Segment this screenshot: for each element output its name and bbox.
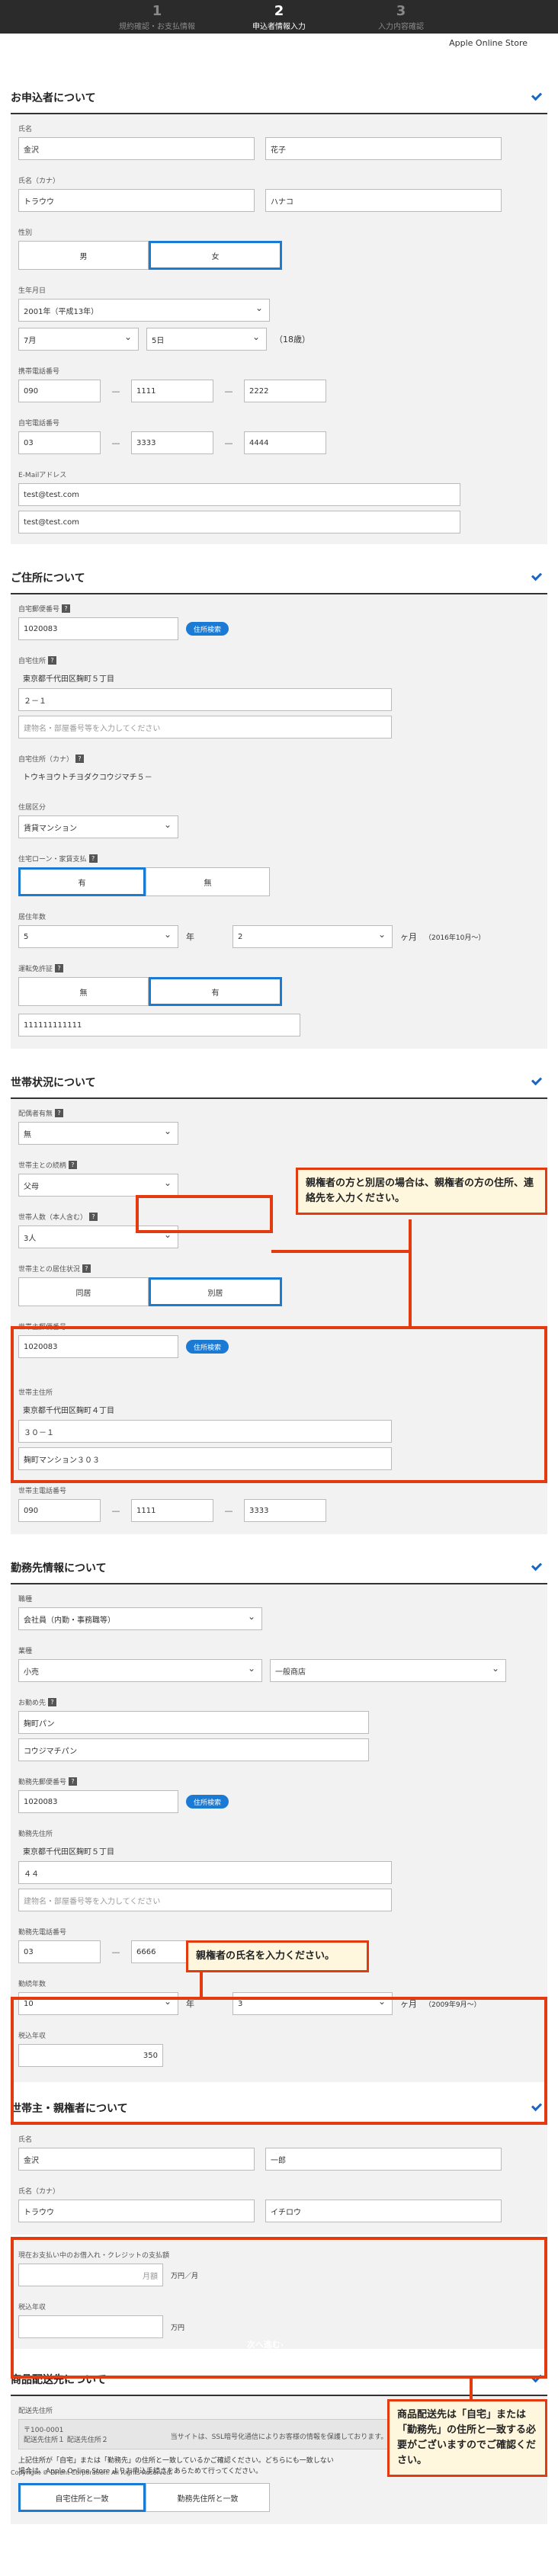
work-phone-1[interactable]: 03 [18,1940,101,1963]
last-kana-input[interactable]: トラウウ [18,189,255,212]
live-together[interactable]: 同居 [18,1277,149,1306]
head-first-name[interactable]: 一郎 [265,2148,502,2171]
loan-yes[interactable]: 有 [18,867,146,896]
email-input[interactable]: test@test.com [18,483,460,506]
annotation-box-separate [136,1195,273,1233]
help-icon[interactable]: ? [89,1213,98,1221]
chevron-down-icon[interactable] [531,1075,543,1086]
address-section: 自宅郵便番号? 1020083 住所検索 自宅住所? 東京都千代田区麹町５丁目 ２… [11,594,547,1049]
help-icon[interactable]: ? [48,1698,57,1706]
help-icon[interactable]: ? [48,656,57,665]
head-last-kana[interactable]: トラウウ [18,2200,255,2222]
last-name-input[interactable]: 金沢 [18,137,255,160]
chevron-down-icon[interactable] [531,1560,543,1572]
work-zip-search-button[interactable]: 住所検索 [186,1795,229,1809]
work-address-line2[interactable]: 建物名・部屋番号等を入力してください [18,1889,392,1911]
industry-detail-select[interactable]: 一般商店 [270,1659,506,1682]
mobile-1[interactable]: 090 [18,380,101,402]
connector-line [470,2378,473,2401]
step-2: 2 申込者情報入力 [252,3,306,31]
birth-month-select[interactable]: 7月 [18,328,139,351]
mobile-3[interactable]: 2222 [244,380,326,402]
callout-delivery: 商品配送先は「自宅」または「勤務先」の住所と一致する必要がございますのでご確認く… [387,2399,547,2477]
birth-day-select[interactable]: 5日 [146,328,267,351]
applicant-section: 氏名 金沢 花子 氏名（カナ） トラウウ ハナコ 性別 男女 生年月日 2001年（… [11,114,547,544]
mobile-2[interactable]: 1111 [131,380,213,402]
home-phone-3[interactable]: 4444 [244,431,326,454]
head-last-name[interactable]: 金沢 [18,2148,255,2171]
address-line1-input[interactable]: ２－１ [18,688,392,711]
head-section: 氏名 金沢 一郎 氏名（カナ） トラウウ イチロウ [11,2125,547,2235]
callout-head-name: 親権者の氏名を入力ください。 [186,1940,369,1972]
residence-months-select[interactable]: 2 [232,925,393,948]
brand-text: Apple Online Store [449,38,528,48]
section-header-household[interactable]: 世帯状況について [11,1049,547,1099]
loan-no[interactable]: 無 [146,867,270,896]
head-phone-2[interactable]: 1111 [131,1499,213,1522]
help-icon[interactable]: ? [55,1109,64,1117]
job-select[interactable]: 会社員（内勤・事務職等） [18,1607,262,1630]
spouse-select[interactable]: 無 [18,1122,178,1145]
annotation-box-head-name [11,1997,547,2125]
live-separate[interactable]: 別居 [149,1277,282,1306]
head-phone-1[interactable]: 090 [18,1499,101,1522]
help-icon[interactable]: ? [68,1161,77,1169]
company-input[interactable]: 麹町パン [18,1711,369,1734]
relationship-select[interactable]: 父母 [18,1174,178,1197]
email-confirm-input[interactable]: test@test.com [18,511,460,533]
help-icon[interactable]: ? [69,1777,78,1786]
head-phone-3[interactable]: 3333 [244,1499,326,1522]
first-name-input[interactable]: 花子 [265,137,502,160]
section-header-applicant[interactable]: お申込者について [11,64,547,114]
residence-type-select[interactable]: 賃貸マンション [18,815,178,838]
chevron-down-icon[interactable] [531,90,543,101]
callout-separate: 親権者の方と別居の場合は、親権者の方の住所、連絡先を入力ください。 [296,1168,547,1215]
work-zip-input[interactable]: 1020083 [18,1790,178,1813]
residence-years-select[interactable]: 5 [18,925,178,948]
progress-steps: 1 規約確認・お支払情報 2 申込者情報入力 3 入力内容確認 [0,0,558,34]
birth-year-select[interactable]: 2001年（平成13年） [18,299,270,322]
license-number-input[interactable]: 111111111111 [18,1014,300,1036]
zip-search-button[interactable]: 住所検索 [186,622,229,636]
first-kana-input[interactable]: ハナコ [265,189,502,212]
help-icon[interactable]: ? [62,604,71,613]
copyright: Copyright © Orient Corporation. All Righ… [11,2469,173,2476]
annotation-box-delivery [11,2237,547,2379]
delivery-work[interactable]: 勤務先住所と一致 [146,2483,270,2512]
head-first-kana[interactable]: イチロウ [265,2200,502,2222]
annotation-box-head-address [11,1326,547,1483]
chevron-down-icon[interactable] [531,570,543,582]
home-phone-2[interactable]: 3333 [131,431,213,454]
section-header-work[interactable]: 勤務先情報について [11,1534,547,1584]
license-no[interactable]: 無 [18,977,149,1006]
help-icon[interactable]: ? [75,755,85,763]
help-icon[interactable]: ? [82,1264,91,1273]
step-1: 1 規約確認・お支払情報 [119,3,195,31]
help-icon[interactable]: ? [88,854,98,863]
license-yes[interactable]: 有 [149,977,282,1006]
section-header-address[interactable]: ご住所について [11,544,547,594]
gender-male[interactable]: 男 [18,241,149,270]
company-kana-input[interactable]: コウジマチパン [18,1738,369,1761]
address-line2-input[interactable]: 建物名・部屋番号等を入力してください [18,716,392,739]
home-phone-1[interactable]: 03 [18,431,101,454]
help-icon[interactable]: ? [55,964,64,972]
connector-line [409,1219,412,1329]
zip-input[interactable]: 1020083 [18,617,178,640]
connector-line [271,1250,410,1253]
work-address-line1[interactable]: ４４ [18,1861,392,1884]
gender-female[interactable]: 女 [149,241,282,270]
industry-select[interactable]: 小売 [18,1659,262,1682]
delivery-home[interactable]: 自宅住所と一致 [18,2483,146,2512]
step-3: 3 入力内容確認 [378,3,424,31]
